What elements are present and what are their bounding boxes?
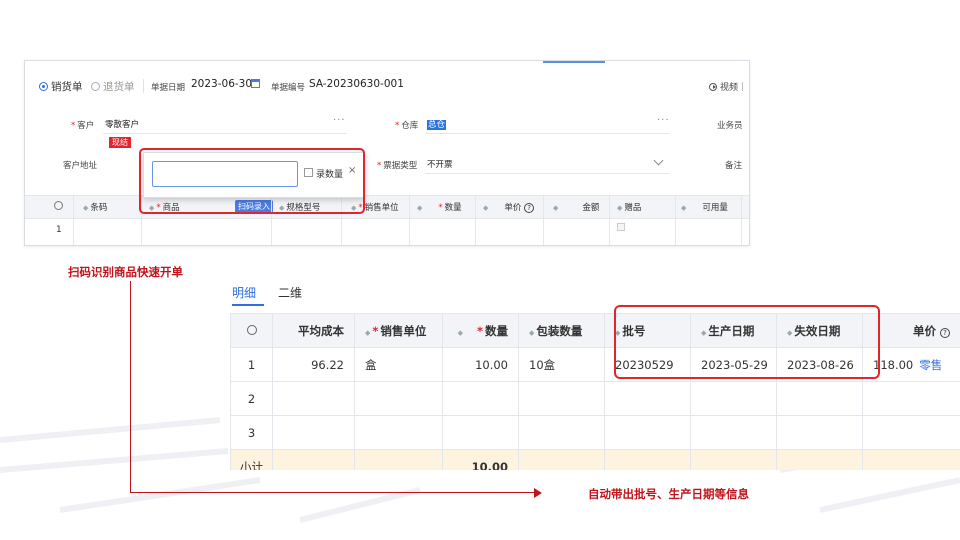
connector-line (130, 281, 131, 493)
scan-caption: 扫码识别商品快速开单 (68, 265, 183, 279)
active-tab-indicator (543, 61, 605, 63)
arrow-right-icon (534, 488, 542, 498)
radio-sales-order[interactable]: 销货单 (39, 79, 83, 94)
address-label: 客户地址 (63, 161, 98, 171)
col-avg-cost[interactable]: 平均成本 (272, 313, 355, 348)
doc-no-value: SA-20230630-001 (309, 78, 404, 90)
settings-gear-icon[interactable] (54, 201, 63, 210)
calendar-icon[interactable] (251, 79, 260, 88)
radio-sales-label: 销货单 (51, 81, 83, 93)
doc-date-value[interactable]: 2023-06-30 (191, 78, 252, 90)
highlight-box-scan (139, 148, 365, 214)
video-label: 视频 (720, 83, 739, 93)
divider (143, 79, 144, 93)
auto-fill-caption: 自动带出批号、生产日期等信息 (588, 487, 749, 501)
doc-date-label: 单据日期 (151, 83, 186, 93)
settings-gear-icon[interactable] (246, 324, 257, 335)
invoice-field-line (425, 173, 669, 174)
table-row[interactable]: 3 (230, 415, 960, 450)
gift-checkbox[interactable] (617, 223, 625, 231)
customer-label: * 客户 (71, 121, 95, 131)
help-icon[interactable]: ? (524, 203, 535, 213)
highlight-box-batch (614, 305, 880, 379)
col-available[interactable]: ◆ 可用量 (681, 201, 728, 213)
chevron-down-icon[interactable] (653, 155, 664, 166)
radio-checked-icon (39, 82, 48, 91)
col-amount[interactable]: ◆ 金额 (553, 201, 599, 213)
col-qty[interactable]: ◆ * 数量 (417, 201, 462, 213)
row-index: 1 (56, 225, 62, 235)
active-tab-indicator (232, 304, 264, 306)
warehouse-label: * 仓库 (395, 121, 419, 131)
doc-no-label: 单据编号 (271, 83, 306, 93)
sales-order-form: 销货单 退货单 单据日期 2023-06-30 单据编号 SA-20230630… (24, 60, 750, 246)
invoice-type-label: * 票据类型 (377, 161, 418, 171)
customer-field-line (103, 133, 347, 134)
tab-detail[interactable]: 明细 (232, 284, 256, 301)
warehouse-value[interactable]: 总仓 (427, 118, 447, 130)
subtotal-row: 小计 10.00 (230, 449, 960, 470)
play-icon (709, 82, 717, 91)
warehouse-more-icon[interactable]: ··· (657, 115, 670, 126)
col-barcode[interactable]: ◆ 条码 (83, 201, 107, 213)
col-pack-qty[interactable]: ◆ 包装数量 (518, 313, 605, 348)
help-icon[interactable]: ? (940, 327, 950, 338)
col-qty[interactable]: ◆ * 数量 (442, 313, 519, 348)
invoice-type-select[interactable]: 不开票 (427, 158, 453, 170)
table-row[interactable]: 2 (230, 381, 960, 416)
col-price[interactable]: ◆ 单价 ? (483, 201, 535, 213)
col-sales-unit[interactable]: ◆ * 销售单位 (354, 313, 443, 348)
warehouse-field-line (425, 133, 669, 134)
video-link[interactable]: 视频 | (709, 80, 744, 93)
tab-other[interactable]: 二维 (278, 284, 302, 301)
salesperson-label: 业务员 (717, 121, 743, 131)
cash-tag-badge: 现结 (109, 137, 131, 148)
radio-unchecked-icon (91, 82, 100, 91)
customer-value[interactable]: 零散客户 (105, 118, 139, 130)
radio-return-order[interactable]: 退货单 (91, 79, 135, 94)
connector-line (130, 492, 536, 493)
customer-more-icon[interactable]: ··· (333, 115, 346, 126)
remark-label: 备注 (725, 161, 743, 171)
retail-price-link[interactable]: 零售 (919, 358, 942, 372)
col-gift[interactable]: ◆ 赠品 (617, 201, 641, 213)
radio-return-label: 退货单 (103, 81, 135, 93)
